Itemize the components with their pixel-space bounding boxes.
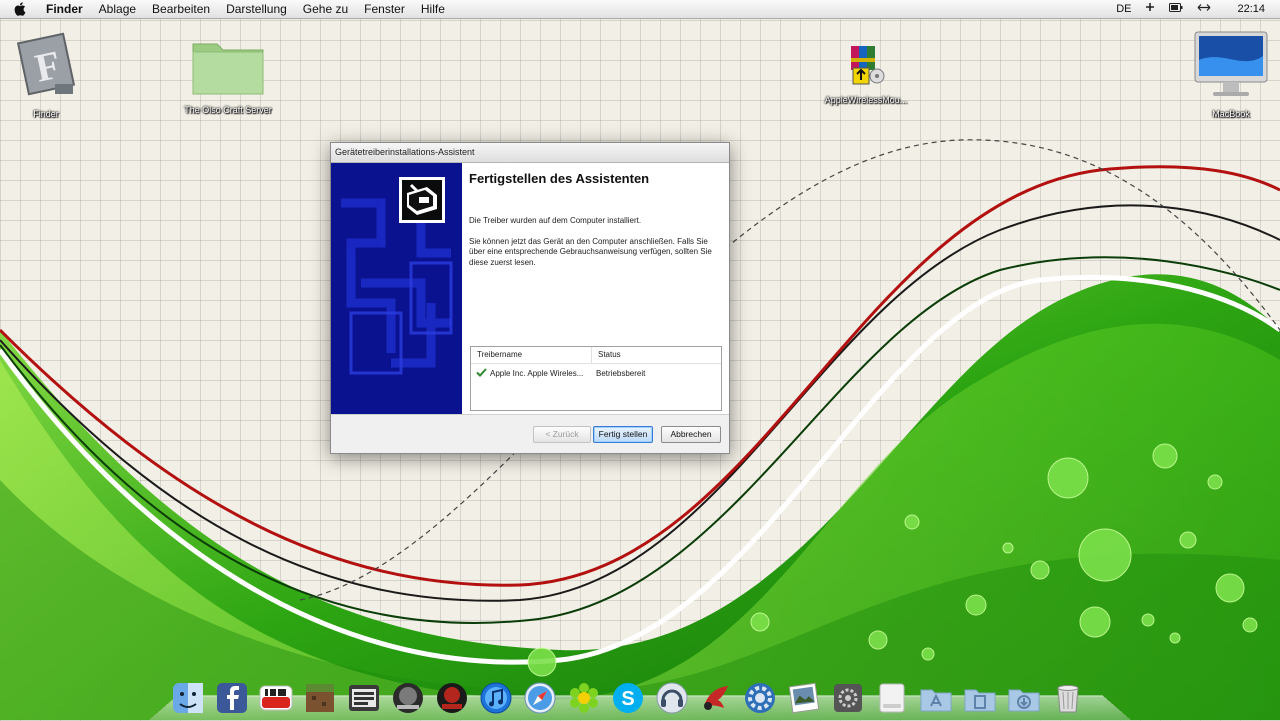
wizard-side-banner — [331, 163, 462, 414]
dialog-footer: < Zurück Fertig stellen Abbrechen — [331, 414, 729, 454]
trash-icon[interactable] — [1050, 680, 1086, 716]
documents-folder-icon[interactable] — [962, 680, 998, 716]
table-row[interactable]: Apple Inc. Apple Wireles... Betriebsbere… — [471, 364, 721, 382]
menu-ablage[interactable]: Ablage — [91, 0, 144, 18]
wizard-text-instructions: Sie können jetzt das Gerät an den Comput… — [469, 236, 712, 267]
menu-hilfe[interactable]: Hilfe — [413, 0, 453, 18]
menu-gehe-zu[interactable]: Gehe zu — [295, 0, 356, 18]
driver-wizard-dialog: Gerätetreiberinstallations-Assistent Fer… — [330, 142, 730, 454]
desktop-icon-macbook[interactable]: MacBook — [1181, 30, 1280, 119]
battery-icon[interactable] — [1162, 0, 1190, 18]
fap-icon[interactable] — [434, 680, 470, 716]
menu-fenster[interactable]: Fenster — [356, 0, 413, 18]
desktop-icon-label: The Olso Craft Server — [184, 105, 272, 115]
desktop-icon-label: AppleWirelessMou... — [824, 95, 908, 105]
desktop-icon-label: Finder — [33, 109, 59, 119]
icq-icon[interactable] — [566, 680, 602, 716]
downloads-folder-icon[interactable] — [1006, 680, 1042, 716]
menu-app-name[interactable]: Finder — [38, 0, 91, 18]
youtube-icon[interactable] — [258, 680, 294, 716]
menu-bar: Finder Ablage Bearbeiten Darstellung Geh… — [0, 0, 1280, 19]
itunes-icon[interactable] — [478, 680, 514, 716]
finder-icon[interactable] — [170, 680, 206, 716]
dialog-title[interactable]: Gerätetreiberinstallations-Assistent — [331, 143, 729, 163]
preview-icon[interactable] — [786, 680, 822, 716]
menu-darstellung[interactable]: Darstellung — [218, 0, 295, 18]
skype-icon[interactable]: S — [610, 680, 646, 716]
installer-package-icon — [816, 42, 916, 93]
cancel-button[interactable]: Abbrechen — [661, 426, 721, 443]
driver-status: Betriebsbereit — [596, 368, 646, 378]
column-header-driver-name[interactable]: Treibername — [471, 347, 592, 363]
dialog-body: Fertigstellen des Assistenten Die Treibe… — [331, 163, 729, 414]
drive-icon[interactable] — [874, 680, 910, 716]
checkmark-icon — [476, 367, 487, 379]
sync-arrows-icon[interactable] — [1190, 0, 1218, 18]
back-button[interactable]: < Zurück — [533, 426, 591, 443]
utility-icon[interactable] — [830, 680, 866, 716]
desktop-icon-label: MacBook — [1212, 109, 1250, 119]
desktop-icon-server-folder[interactable]: The Olso Craft Server — [178, 32, 278, 115]
applications-folder-icon[interactable] — [918, 680, 954, 716]
finish-button[interactable]: Fertig stellen — [593, 426, 653, 443]
gta-icon[interactable] — [346, 680, 382, 716]
menu-clock[interactable]: 22:14 — [1230, 0, 1272, 18]
system-preferences-icon[interactable] — [742, 680, 778, 716]
safari-icon[interactable] — [522, 680, 558, 716]
desktop-icon-finder[interactable]: F Finder — [0, 32, 96, 119]
svg-text:S: S — [621, 688, 634, 710]
apple-menu-icon[interactable] — [14, 1, 28, 17]
dock: S — [170, 676, 1086, 716]
desktop-icon-installer[interactable]: AppleWirelessMou... — [816, 42, 916, 105]
app-icon[interactable] — [698, 680, 734, 716]
finder-app-icon: F — [0, 32, 96, 107]
game-icon[interactable] — [390, 680, 426, 716]
hardware-install-icon — [399, 177, 445, 223]
imac-icon — [1181, 30, 1280, 107]
driver-list[interactable]: Treibername Status Apple Inc. Apple Wire… — [470, 346, 722, 411]
column-header-status[interactable]: Status — [592, 347, 621, 363]
add-icon[interactable] — [1138, 0, 1162, 18]
minecraft-icon[interactable] — [302, 680, 338, 716]
wizard-heading: Fertigstellen des Assistenten — [469, 171, 650, 186]
facebook-icon[interactable] — [214, 680, 250, 716]
driver-name: Apple Inc. Apple Wireles... — [490, 368, 584, 378]
driver-list-header: Treibername Status — [471, 347, 721, 364]
teamspeak-icon[interactable] — [654, 680, 690, 716]
wizard-text-installed: Die Treiber wurden auf dem Computer inst… — [469, 216, 642, 225]
input-language[interactable]: DE — [1109, 0, 1138, 18]
folder-icon — [178, 32, 278, 103]
menu-bearbeiten[interactable]: Bearbeiten — [144, 0, 218, 18]
